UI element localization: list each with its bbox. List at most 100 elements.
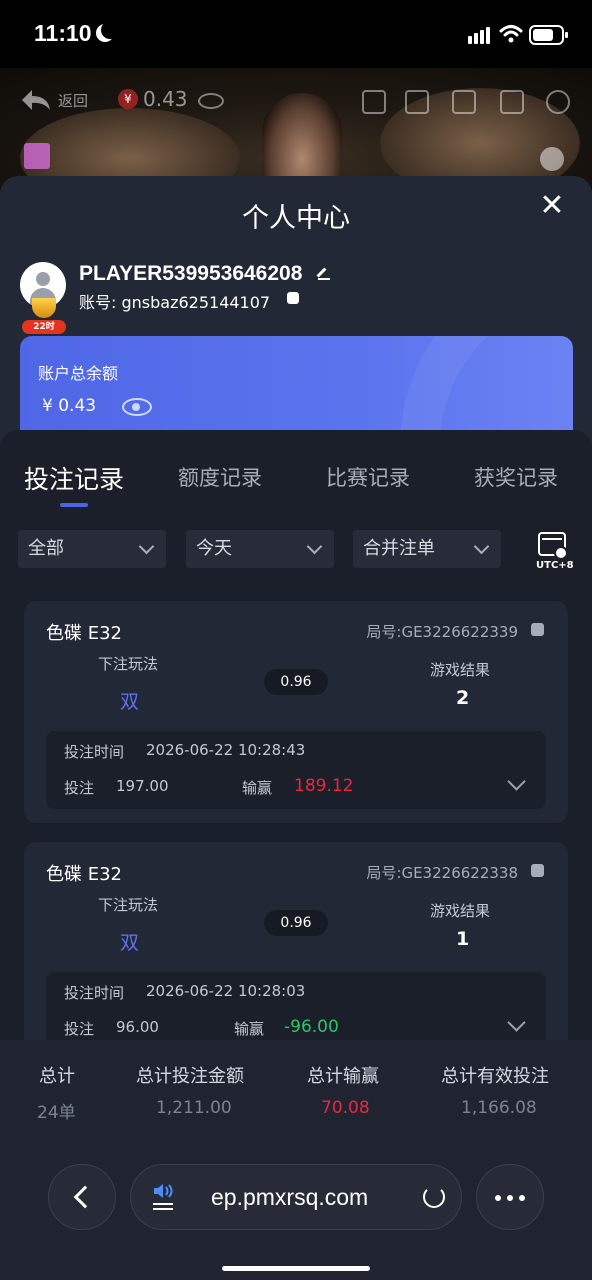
total-valid: 1,166.08	[461, 1098, 537, 1118]
total-count: 24单	[37, 1103, 76, 1123]
gift-icon[interactable]	[24, 143, 50, 169]
more-options-button[interactable]	[476, 1164, 544, 1230]
bet-result: 2	[456, 687, 470, 709]
total-valid-label: 总计有效投注	[441, 1066, 549, 1087]
bet-record-card[interactable]: 色碟 E32 局号:GE3226622338 下注玩法 0.96 游戏结果 双 …	[24, 842, 568, 1040]
tab-match-records[interactable]: 比赛记录	[326, 462, 410, 492]
currency-coin-icon: ¥	[118, 89, 138, 109]
timezone-label: UTC+8	[536, 560, 574, 571]
bet-detail-box: 投注时间 2026-06-22 10:28:03 投注 96.00 输赢 -96…	[46, 972, 546, 1040]
records-panel: 投注记录 额度记录 比赛记录 获奖记录 全部 今天 合并注单 UTC+8 色碟 …	[0, 430, 592, 1040]
edit-name-icon[interactable]	[318, 268, 330, 280]
bet-detail-box: 投注时间 2026-06-22 10:28:43 投注 197.00 输赢 18…	[46, 731, 546, 809]
video-toolbar: 返回 ¥ 0.43	[0, 68, 592, 171]
reader-lines-icon	[153, 1203, 173, 1205]
bet-winloss-label: 输赢	[242, 779, 273, 797]
bet-result-label: 游戏结果	[430, 661, 491, 679]
video-balance: 0.43	[143, 87, 188, 111]
signal-icon-bar	[474, 33, 478, 44]
bet-pick: 双	[120, 691, 140, 713]
bet-time-label: 投注时间	[64, 984, 125, 1002]
url-text: ep.pmxrsq.com	[211, 1184, 369, 1210]
total-amount-label: 总计投注金额	[136, 1066, 244, 1087]
merge-filter-value: 合并注单	[363, 538, 435, 559]
home-indicator	[222, 1266, 370, 1271]
battery-icon	[529, 25, 568, 45]
reload-icon[interactable]	[423, 1186, 445, 1208]
balance-label: 账户总余额	[38, 364, 119, 383]
bet-round-id: 局号:GE3226622338	[366, 864, 518, 882]
sound-icon[interactable]	[452, 90, 476, 114]
bet-result-label: 游戏结果	[430, 902, 491, 920]
address-bar[interactable]: ep.pmxrsq.com	[130, 1164, 462, 1230]
video-icon[interactable]	[405, 90, 429, 114]
tab-prize-records[interactable]: 获奖记录	[474, 462, 558, 492]
signal-icon-bar	[486, 27, 490, 44]
back-arrow-icon[interactable]	[20, 88, 52, 112]
bet-pick-label: 下注玩法	[98, 896, 159, 914]
more-dots-icon	[495, 1195, 531, 1201]
bet-time-label: 投注时间	[64, 743, 125, 761]
bet-game-name: 色碟 E32	[46, 864, 122, 885]
status-bar: 11:10	[0, 0, 592, 68]
expand-chevron-icon[interactable]	[507, 772, 526, 791]
personal-center-sheet: 个人中心 ✕ 22时 PLAYER539953646208 账号: gnsbaz…	[0, 176, 592, 1040]
merge-filter-select[interactable]: 合并注单	[353, 530, 501, 568]
eye-icon[interactable]	[198, 93, 224, 109]
copy-account-icon[interactable]	[287, 292, 299, 304]
speaker-icon[interactable]	[153, 1183, 175, 1199]
back-label[interactable]: 返回	[58, 90, 88, 111]
bet-odds: 0.96	[264, 910, 328, 936]
expand-chevron-icon[interactable]	[507, 1013, 526, 1032]
tab-bet-records[interactable]: 投注记录	[24, 460, 124, 496]
balance-value: ¥ 0.43	[42, 396, 97, 416]
bet-winloss: 189.12	[294, 776, 354, 796]
date-filter-select[interactable]: 今天	[186, 530, 334, 568]
total-winloss: 70.08	[321, 1098, 370, 1118]
bet-winloss-label: 输赢	[234, 1020, 265, 1038]
record-list-icon[interactable]	[362, 90, 386, 114]
tab-credit-records[interactable]: 额度记录	[178, 462, 262, 492]
status-time: 11:10	[34, 20, 92, 46]
signal-icon	[468, 36, 472, 44]
trophy-badge-text: 22时	[22, 320, 66, 334]
focus-moon-icon	[101, 21, 119, 39]
total-winloss-label: 总计输赢	[307, 1066, 379, 1087]
settings-icon[interactable]	[546, 90, 570, 114]
bet-stake-label: 投注	[64, 779, 95, 797]
alert-icon[interactable]	[540, 147, 564, 171]
copy-round-icon[interactable]	[531, 864, 544, 877]
bet-game-name: 色碟 E32	[46, 623, 122, 644]
total-amount: 1,211.00	[156, 1098, 232, 1118]
bet-stake: 197.00	[116, 777, 169, 795]
toggle-balance-eye-icon[interactable]	[122, 398, 152, 416]
bet-stake: 96.00	[116, 1018, 159, 1036]
browser-toolbar: ep.pmxrsq.com	[0, 1148, 592, 1280]
trophy-badge-icon: 22时	[22, 298, 66, 334]
bet-winloss: -96.00	[284, 1017, 339, 1037]
bet-round-id: 局号:GE3226622339	[366, 623, 518, 641]
total-count-label: 总计	[39, 1066, 75, 1087]
bet-pick: 双	[120, 932, 140, 954]
chevron-down-icon	[306, 538, 323, 555]
bet-time: 2026-06-22 10:28:43	[146, 741, 306, 759]
bet-time: 2026-06-22 10:28:03	[146, 982, 306, 1000]
signal-icon-bar	[480, 30, 484, 44]
close-button[interactable]: ✕	[538, 191, 566, 221]
browser-back-button[interactable]	[48, 1164, 116, 1230]
record-tabs: 投注记录 额度记录 比赛记录 获奖记录	[0, 462, 592, 502]
player-name: PLAYER539953646208	[79, 262, 303, 285]
wifi-icon	[499, 25, 523, 43]
bet-result: 1	[456, 928, 470, 950]
chevron-left-icon	[73, 1185, 97, 1209]
bet-record-card[interactable]: 色碟 E32 局号:GE3226622339 下注玩法 0.96 游戏结果 双 …	[24, 601, 568, 823]
active-tab-indicator	[60, 503, 88, 507]
chevron-down-icon	[473, 538, 490, 555]
avatar-head	[36, 272, 50, 286]
date-filter-value: 今天	[196, 538, 232, 559]
copy-round-icon[interactable]	[531, 623, 544, 636]
bet-pick-label: 下注玩法	[98, 655, 159, 673]
type-filter-select[interactable]: 全部	[18, 530, 166, 568]
bet-odds: 0.96	[264, 669, 328, 695]
menu-grid-icon[interactable]	[500, 90, 524, 114]
